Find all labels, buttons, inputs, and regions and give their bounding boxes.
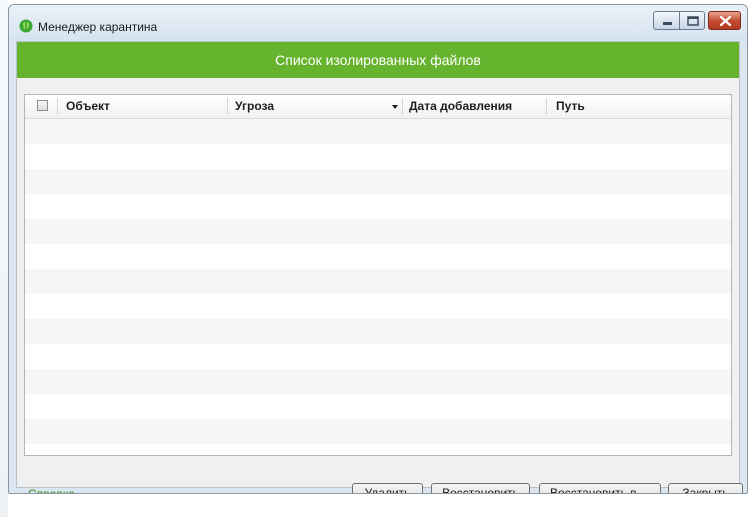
- empty-row: [25, 294, 731, 319]
- empty-row: [25, 169, 731, 194]
- column-divider[interactable]: [546, 98, 547, 115]
- page-title: Список изолированных файлов: [275, 52, 481, 68]
- help-link[interactable]: Справка: [28, 486, 75, 493]
- restore-button[interactable]: Восстановить: [431, 483, 530, 493]
- empty-row: [25, 344, 731, 369]
- close-icon: [719, 15, 732, 27]
- column-header-threat[interactable]: Угроза: [235, 95, 385, 118]
- minimize-button[interactable]: [653, 11, 680, 30]
- empty-row: [25, 369, 731, 394]
- quarantine-window: Менеджер карантина Список изолированных …: [8, 4, 748, 494]
- empty-row: [25, 419, 731, 444]
- header-banner: Список изолированных файлов: [17, 42, 739, 78]
- column-divider: [57, 98, 58, 115]
- shield-icon: [19, 19, 33, 33]
- select-all-checkbox[interactable]: [37, 100, 48, 111]
- table-header: Объект Угроза Дата добавления Путь: [25, 95, 731, 119]
- delete-button[interactable]: Удалить: [352, 483, 423, 493]
- column-header-object[interactable]: Объект: [66, 95, 226, 118]
- empty-row: [25, 244, 731, 269]
- sort-down-icon: [392, 105, 398, 109]
- title-bar[interactable]: Менеджер карантина: [9, 5, 747, 41]
- empty-row: [25, 269, 731, 294]
- maximize-button[interactable]: [679, 11, 705, 30]
- column-divider[interactable]: [402, 98, 403, 115]
- empty-row: [25, 319, 731, 344]
- column-header-path[interactable]: Путь: [556, 95, 726, 118]
- column-divider[interactable]: [227, 98, 228, 115]
- background-window-edge: [0, 0, 8, 517]
- close-window-button[interactable]: [708, 11, 741, 30]
- empty-row: [25, 119, 731, 144]
- empty-row: [25, 144, 731, 169]
- empty-row: [25, 394, 731, 419]
- column-header-date-added[interactable]: Дата добавления: [409, 95, 539, 118]
- restore-to-button[interactable]: Восстановить в ...: [539, 483, 661, 493]
- empty-row: [25, 194, 731, 219]
- quarantine-file-list[interactable]: Объект Угроза Дата добавления Путь: [24, 94, 732, 456]
- window-title: Менеджер карантина: [38, 20, 158, 34]
- window-client-area: Список изолированных файлов Объект Угроз…: [16, 41, 743, 493]
- minimize-icon: [663, 22, 672, 25]
- maximize-icon: [687, 16, 699, 26]
- close-button[interactable]: Закрыть: [668, 483, 743, 493]
- desktop: Менеджер карантина Список изолированных …: [0, 0, 751, 517]
- empty-row: [25, 219, 731, 244]
